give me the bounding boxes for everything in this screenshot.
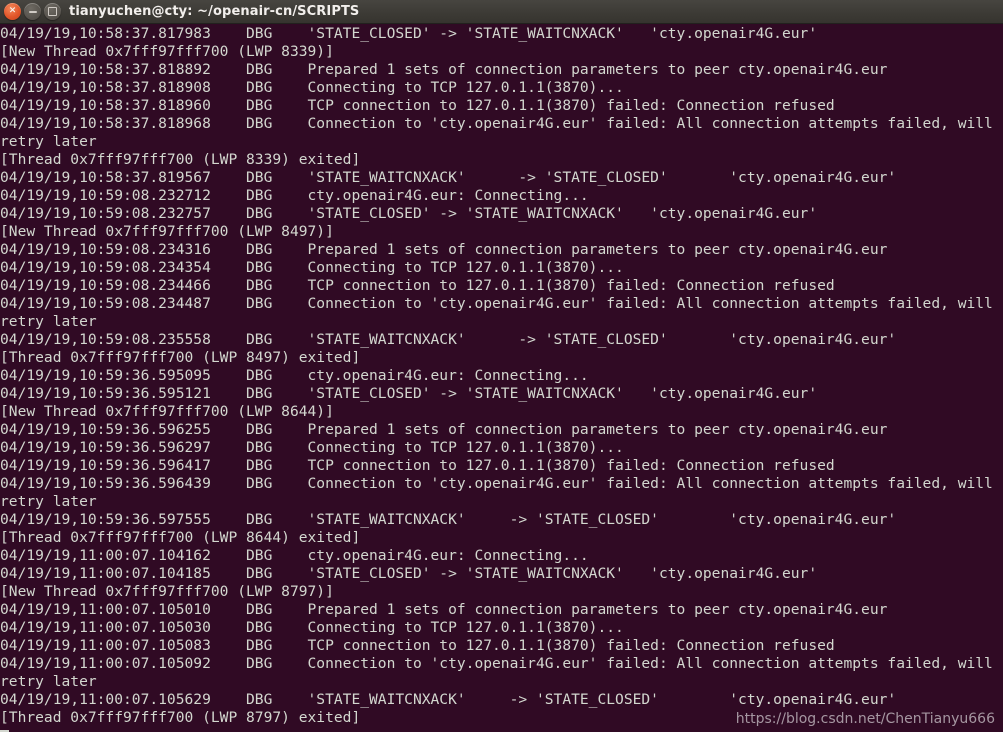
- terminal-line: [New Thread 0x7fff97fff700 (LWP 8644)]: [0, 403, 334, 420]
- terminal-line: 04/19/19,11:00:07.105083 DBG TCP connect…: [0, 637, 835, 654]
- terminal-line: 04/19/19,10:59:08.234487 DBG Connection …: [0, 295, 993, 312]
- terminal-window: × tianyuchen@cty: ~/openair-cn/SCRIPTS 0…: [0, 0, 1003, 732]
- terminal-line: 04/19/19,11:00:07.105092 DBG Connection …: [0, 655, 993, 672]
- terminal-line: 04/19/19,10:59:08.232757 DBG 'STATE_CLOS…: [0, 205, 818, 222]
- window-title: tianyuchen@cty: ~/openair-cn/SCRIPTS: [69, 4, 360, 19]
- terminal-line: 04/19/19,10:59:36.595095 DBG cty.openair…: [0, 367, 589, 384]
- window-controls: ×: [4, 3, 61, 20]
- terminal-line: 04/19/19,10:59:08.234354 DBG Connecting …: [0, 259, 624, 276]
- terminal-line: 04/19/19,10:58:37.817983 DBG 'STATE_CLOS…: [0, 25, 818, 42]
- terminal-line: 04/19/19,10:59:36.596439 DBG Connection …: [0, 475, 993, 492]
- maximize-button[interactable]: [44, 3, 61, 20]
- minimize-icon: [28, 10, 37, 13]
- terminal-line: 04/19/19,10:58:37.818908 DBG Connecting …: [0, 79, 624, 96]
- terminal-line: 04/19/19,11:00:07.105030 DBG Connecting …: [0, 619, 624, 636]
- terminal-line: retry later: [0, 133, 97, 150]
- minimize-button[interactable]: [24, 3, 41, 20]
- terminal-line: 04/19/19,10:58:37.818968 DBG Connection …: [0, 115, 993, 132]
- terminal-line: 04/19/19,10:59:08.235558 DBG 'STATE_WAIT…: [0, 331, 897, 348]
- close-icon: ×: [8, 5, 17, 16]
- terminal-line: 04/19/19,10:59:36.596255 DBG Prepared 1 …: [0, 421, 888, 438]
- terminal-line: [Thread 0x7fff97fff700 (LWP 8339) exited…: [0, 151, 361, 168]
- terminal-line: 04/19/19,11:00:07.104185 DBG 'STATE_CLOS…: [0, 565, 818, 582]
- terminal-line: 04/19/19,10:59:08.234316 DBG Prepared 1 …: [0, 241, 888, 258]
- terminal-line: 04/19/19,11:00:07.104162 DBG cty.openair…: [0, 547, 589, 564]
- terminal-line: [Thread 0x7fff97fff700 (LWP 8797) exited…: [0, 709, 361, 726]
- maximize-icon: [48, 7, 57, 16]
- close-button[interactable]: ×: [4, 3, 21, 20]
- terminal-line: 04/19/19,10:58:37.818892 DBG Prepared 1 …: [0, 61, 888, 78]
- terminal-line: [New Thread 0x7fff97fff700 (LWP 8497)]: [0, 223, 334, 240]
- terminal-line: 04/19/19,10:59:36.596417 DBG TCP connect…: [0, 457, 835, 474]
- terminal-line: retry later: [0, 673, 97, 690]
- terminal-line: 04/19/19,10:59:36.595121 DBG 'STATE_CLOS…: [0, 385, 818, 402]
- terminal-line: [New Thread 0x7fff97fff700 (LWP 8797)]: [0, 583, 334, 600]
- window-titlebar[interactable]: × tianyuchen@cty: ~/openair-cn/SCRIPTS: [0, 0, 1003, 24]
- terminal-line: [Thread 0x7fff97fff700 (LWP 8644) exited…: [0, 529, 361, 546]
- terminal-line: 04/19/19,11:00:07.105010 DBG Prepared 1 …: [0, 601, 888, 618]
- terminal-lines: 04/19/19,10:58:37.817983 DBG 'STATE_CLOS…: [0, 25, 993, 727]
- terminal-output-area[interactable]: 04/19/19,10:58:37.817983 DBG 'STATE_CLOS…: [0, 24, 1003, 732]
- terminal-line: 04/19/19,11:00:07.105629 DBG 'STATE_WAIT…: [0, 691, 897, 708]
- terminal-line: 04/19/19,10:58:37.819567 DBG 'STATE_WAIT…: [0, 169, 897, 186]
- terminal-line: 04/19/19,10:59:36.597555 DBG 'STATE_WAIT…: [0, 511, 897, 528]
- terminal-line: 04/19/19,10:59:08.234466 DBG TCP connect…: [0, 277, 835, 294]
- terminal-line: retry later: [0, 313, 97, 330]
- terminal-line: retry later: [0, 493, 97, 510]
- terminal-line: 04/19/19,10:59:08.232712 DBG cty.openair…: [0, 187, 589, 204]
- terminal-line: [New Thread 0x7fff97fff700 (LWP 8339)]: [0, 43, 334, 60]
- terminal-line: [Thread 0x7fff97fff700 (LWP 8497) exited…: [0, 349, 361, 366]
- terminal-line: 04/19/19,10:58:37.818960 DBG TCP connect…: [0, 97, 835, 114]
- terminal-line: 04/19/19,10:59:36.596297 DBG Connecting …: [0, 439, 624, 456]
